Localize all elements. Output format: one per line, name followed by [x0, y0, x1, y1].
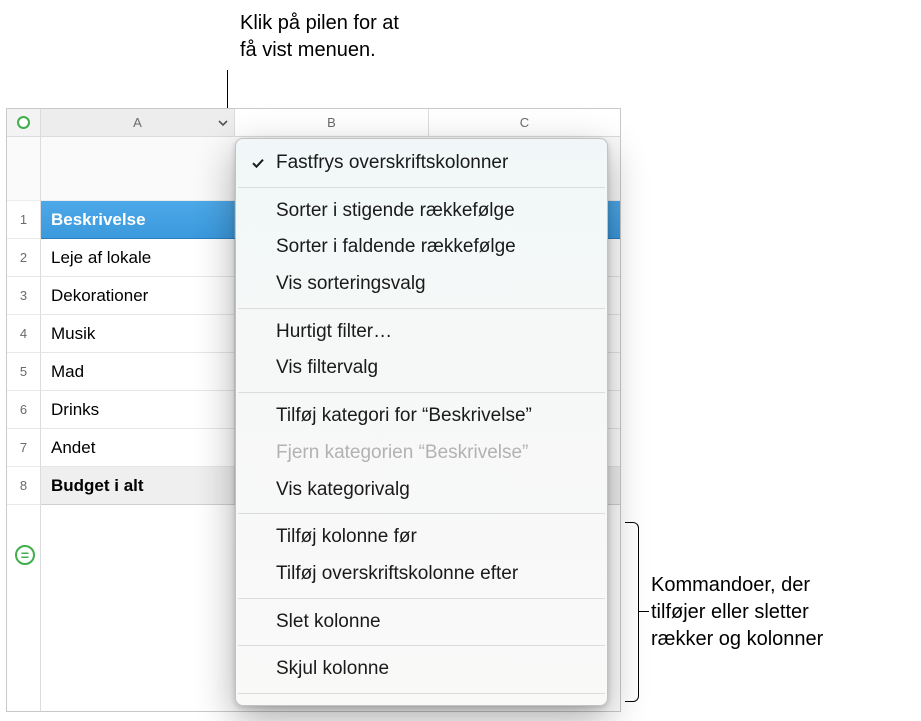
callout-right: Kommandoer, dertilføjer eller sletterræk…: [651, 572, 823, 653]
table-cell[interactable]: Andet: [41, 429, 235, 466]
row-number[interactable]: 8: [7, 467, 41, 505]
menu-item-add-header-column-after[interactable]: Tilføj overskriftskolonne efter: [236, 556, 607, 593]
menu-item-label: Vis sorteringsvalg: [276, 273, 426, 294]
menu-item-label: Sorter i stigende rækkefølge: [276, 200, 515, 221]
menu-separator: [238, 308, 605, 309]
row-number[interactable]: 6: [7, 391, 41, 429]
table-header-cell[interactable]: Beskrivelse: [41, 201, 235, 238]
menu-item-label: Tilføj overskriftskolonne efter: [276, 563, 518, 584]
row-number[interactable]: 3: [7, 277, 41, 315]
table-cell[interactable]: Drinks: [41, 391, 235, 428]
table-cell[interactable]: Musik: [41, 315, 235, 352]
table-cell[interactable]: Mad: [41, 353, 235, 390]
table-corner-handle[interactable]: [7, 109, 41, 137]
column-header-C[interactable]: C: [429, 109, 620, 136]
row-number[interactable]: 7: [7, 429, 41, 467]
row-number[interactable]: 4: [7, 315, 41, 353]
menu-item-sort-descending[interactable]: Sorter i faldende rækkefølge: [236, 229, 607, 266]
menu-separator: [238, 598, 605, 599]
menu-item-label: Fjern kategorien “Beskrivelse”: [276, 442, 528, 463]
callout-top: Klik på pilen for atfå vist menuen.: [240, 10, 399, 64]
row-number[interactable]: 1: [7, 201, 41, 239]
menu-item-label: Sorter i faldende rækkefølge: [276, 236, 516, 257]
column-header-B[interactable]: B: [235, 109, 429, 136]
column-header-label: B: [327, 115, 336, 130]
menu-item-add-category[interactable]: Tilføj kategori for “Beskrivelse”: [236, 398, 607, 435]
menu-item-show-sort-options[interactable]: Vis sorteringsvalg: [236, 266, 607, 303]
menu-item-label: Fastfrys overskriftskolonner: [276, 152, 508, 173]
column-header-label: C: [520, 115, 529, 130]
menu-item-show-filter-options[interactable]: Vis filtervalg: [236, 350, 607, 387]
menu-item-quick-filter[interactable]: Hurtigt filter…: [236, 314, 607, 351]
menu-item-label: Vis filtervalg: [276, 357, 378, 378]
menu-item-remove-category: Fjern kategorien “Beskrivelse”: [236, 435, 607, 472]
column-header-A[interactable]: A: [41, 109, 235, 136]
menu-item-show-category-options[interactable]: Vis kategorivalg: [236, 472, 607, 509]
menu-separator: [238, 392, 605, 393]
menu-separator: [238, 693, 605, 694]
menu-separator: [238, 513, 605, 514]
corner-circle-icon: [17, 116, 30, 129]
column-header-label: A: [133, 115, 142, 130]
callout-right-bracket: [625, 522, 639, 702]
menu-item-sort-ascending[interactable]: Sorter i stigende rækkefølge: [236, 193, 607, 230]
menu-item-label: Hurtigt filter…: [276, 321, 392, 342]
callout-right-tick: [639, 611, 649, 612]
column-context-menu: Fastfrys overskriftskolonner Sorter i st…: [235, 138, 608, 706]
menu-item-label: Vis kategorivalg: [276, 479, 410, 500]
plus-icon: =: [21, 548, 29, 562]
table-cell[interactable]: Dekorationer: [41, 277, 235, 314]
menu-item-add-column-before[interactable]: Tilføj kolonne før: [236, 519, 607, 556]
menu-item-hide-column[interactable]: Skjul kolonne: [236, 651, 607, 688]
add-row-button[interactable]: =: [15, 545, 35, 565]
menu-item-label: Tilføj kolonne før: [276, 526, 417, 547]
row-number-gutter: 1 2 3 4 5 6 7 8: [7, 201, 41, 505]
menu-item-freeze-header-columns[interactable]: Fastfrys overskriftskolonner: [236, 145, 607, 182]
chevron-down-icon[interactable]: [216, 116, 230, 130]
menu-separator: [238, 187, 605, 188]
menu-item-label: Tilføj kategori for “Beskrivelse”: [276, 405, 532, 426]
menu-item-label: Skjul kolonne: [276, 658, 389, 679]
row-number[interactable]: 2: [7, 239, 41, 277]
checkmark-icon: [250, 155, 266, 171]
ruler-shade: [7, 137, 40, 201]
menu-item-delete-column[interactable]: Slet kolonne: [236, 604, 607, 641]
table-cell[interactable]: Leje af lokale: [41, 239, 235, 276]
table-footer-cell[interactable]: Budget i alt: [41, 467, 235, 504]
menu-item-label: Slet kolonne: [276, 611, 381, 632]
column-header-bar: A B C: [41, 109, 620, 137]
row-number[interactable]: 5: [7, 353, 41, 391]
menu-separator: [238, 645, 605, 646]
